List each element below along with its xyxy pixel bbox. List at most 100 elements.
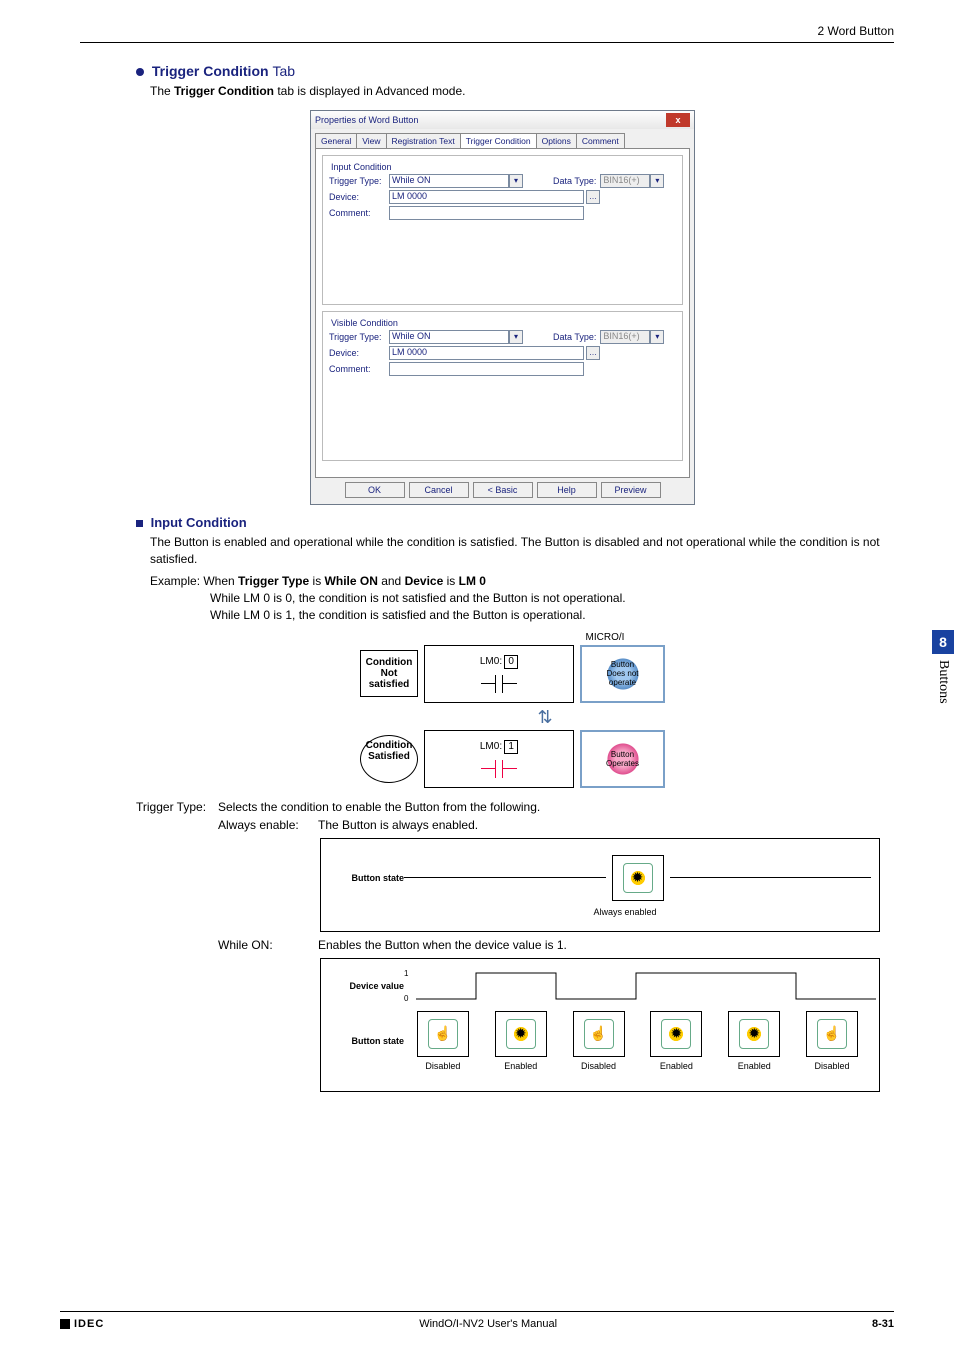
- section-heading: Trigger Condition Tab: [136, 63, 894, 79]
- dialog-screenshot: Properties of Word Button x General View…: [310, 110, 894, 505]
- ic-comment-label: Comment:: [329, 208, 389, 218]
- dialog-button-row: OK Cancel < Basic Help Preview: [311, 482, 694, 504]
- heading-tab: Tab: [272, 63, 295, 79]
- vc-data-type-select[interactable]: BIN16(+): [600, 330, 650, 344]
- visible-condition-fieldset: Visible Condition Trigger Type: While ON…: [322, 311, 683, 461]
- brand-logo: IDEC: [60, 1318, 104, 1330]
- ex-b1: Trigger Type: [238, 574, 309, 588]
- example-line1: While LM 0 is 0, the condition is not sa…: [210, 590, 894, 607]
- brand-square-icon: [60, 1319, 70, 1329]
- vc-comment-label: Comment:: [329, 364, 389, 374]
- axis-1: 1: [404, 969, 408, 978]
- chapter-number: 8: [932, 630, 954, 654]
- always-enable-desc: The Button is always enabled.: [318, 818, 478, 832]
- ex-b4: LM 0: [459, 574, 486, 588]
- micro-title: MICRO/I: [510, 632, 700, 643]
- ic-comment-input[interactable]: [389, 206, 584, 220]
- manual-title: WindO/I-NV2 User's Manual: [419, 1318, 557, 1330]
- click-disabled-icon: ☝: [584, 1019, 614, 1049]
- cap-0: Disabled: [425, 1061, 460, 1071]
- vc-trigger-type-label: Trigger Type:: [329, 332, 389, 342]
- condition-not-satisfied-row: Condition Not satisfied LM0: 0 Button Do…: [360, 645, 700, 703]
- chevron-down-icon[interactable]: ▾: [650, 174, 664, 188]
- screen-operates: Button Operates: [580, 730, 665, 788]
- button-operates-icon: Button Operates: [605, 741, 641, 777]
- lm0-1-box: LM0: 1: [424, 730, 574, 788]
- lm0-0-box: LM0: 0: [424, 645, 574, 703]
- cap-2: Disabled: [581, 1061, 616, 1071]
- click-enabled-icon: ✹: [661, 1019, 691, 1049]
- lm0-label-1: LM0:: [480, 741, 502, 752]
- input-condition-heading: Input Condition: [136, 515, 894, 530]
- close-button[interactable]: x: [666, 113, 690, 127]
- always-enable-def: Always enable: The Button is always enab…: [218, 818, 894, 832]
- click-disabled-icon: ☝: [428, 1019, 458, 1049]
- ex-b3: Device: [405, 574, 444, 588]
- basic-button[interactable]: < Basic: [473, 482, 533, 498]
- ic-device-label: Device:: [329, 192, 389, 202]
- axis-0: 0: [404, 994, 408, 1003]
- ex-m2: and: [378, 574, 405, 588]
- ok-button[interactable]: OK: [345, 482, 405, 498]
- chevron-down-icon[interactable]: ▾: [509, 174, 523, 188]
- cap-3: Enabled: [660, 1061, 693, 1071]
- square-icon: [136, 520, 143, 527]
- ic-trigger-type-select[interactable]: While ON: [389, 174, 509, 188]
- button-state-label-1: Button state: [329, 873, 404, 883]
- subheading-text: The Trigger Condition tab is displayed i…: [150, 83, 894, 100]
- ic-trigger-type-label: Trigger Type:: [329, 176, 389, 186]
- cap-4: Enabled: [738, 1061, 771, 1071]
- tab-view[interactable]: View: [356, 133, 386, 148]
- browse-button[interactable]: …: [586, 346, 600, 360]
- screen-not-operate: Button Does not operate: [580, 645, 665, 703]
- browse-button[interactable]: …: [586, 190, 600, 204]
- ex-m3: is: [443, 574, 458, 588]
- dialog-body: Input Condition Trigger Type: While ON ▾…: [315, 148, 690, 478]
- subheading-bold: Trigger Condition: [174, 84, 274, 98]
- dialog-tabs: General View Registration Text Trigger C…: [311, 129, 694, 148]
- tab-trigger-condition[interactable]: Trigger Condition: [460, 133, 537, 148]
- ex-prefix: Example: When: [150, 574, 238, 588]
- chapter-text: Buttons: [935, 660, 951, 704]
- click-disabled-icon: ☝: [817, 1019, 847, 1049]
- ic-device-input[interactable]: LM 0000: [389, 190, 584, 204]
- page-number: 8-31: [872, 1318, 894, 1330]
- example-line2: While LM 0 is 1, the condition is satisf…: [210, 607, 894, 624]
- always-enable-label: Always enable:: [218, 818, 318, 832]
- device-value-label: Device value: [329, 981, 404, 991]
- vc-comment-input[interactable]: [389, 362, 584, 376]
- always-enabled-diagram: Button state ✹ Always enabled: [320, 838, 880, 932]
- header-title: 2 Word Button: [818, 24, 895, 38]
- vc-device-input[interactable]: LM 0000: [389, 346, 584, 360]
- tab-comment[interactable]: Comment: [576, 133, 625, 148]
- condition-not-satisfied-box: Condition Not satisfied: [360, 650, 418, 697]
- preview-button[interactable]: Preview: [601, 482, 661, 498]
- updown-arrow-icon: ⇅: [390, 707, 700, 728]
- help-button[interactable]: Help: [537, 482, 597, 498]
- chapter-tab: 8 Buttons: [932, 630, 954, 730]
- ex-b2: While ON: [325, 574, 378, 588]
- chevron-down-icon[interactable]: ▾: [650, 330, 664, 344]
- tab-registration-text[interactable]: Registration Text: [386, 133, 461, 148]
- input-condition-legend: Input Condition: [329, 162, 394, 172]
- ic-data-type-select[interactable]: BIN16(+): [600, 174, 650, 188]
- tab-general[interactable]: General: [315, 133, 357, 148]
- lm0-value-1: 1: [504, 740, 518, 754]
- cap-5: Disabled: [815, 1061, 850, 1071]
- chevron-down-icon[interactable]: ▾: [509, 330, 523, 344]
- while-on-diagram: Device value 1 0 Button state ☝Disabled …: [320, 958, 880, 1092]
- bullet-icon: [136, 68, 144, 76]
- dialog-titlebar: Properties of Word Button x: [311, 111, 694, 129]
- ic-data-type-label: Data Type:: [553, 176, 596, 186]
- vc-data-type-label: Data Type:: [553, 332, 596, 342]
- cap-1: Enabled: [504, 1061, 537, 1071]
- waveform: 1 0: [404, 969, 871, 1003]
- vc-trigger-type-select[interactable]: While ON: [389, 330, 509, 344]
- page-footer: IDEC WindO/I-NV2 User's Manual 8-31: [60, 1311, 894, 1330]
- input-condition-fieldset: Input Condition Trigger Type: While ON ▾…: [322, 155, 683, 305]
- always-enabled-cell: ✹: [612, 855, 664, 901]
- cancel-button[interactable]: Cancel: [409, 482, 469, 498]
- button-state-label-2: Button state: [329, 1036, 404, 1046]
- input-condition-example: Example: When Trigger Type is While ON a…: [150, 573, 894, 590]
- tab-options[interactable]: Options: [536, 133, 577, 148]
